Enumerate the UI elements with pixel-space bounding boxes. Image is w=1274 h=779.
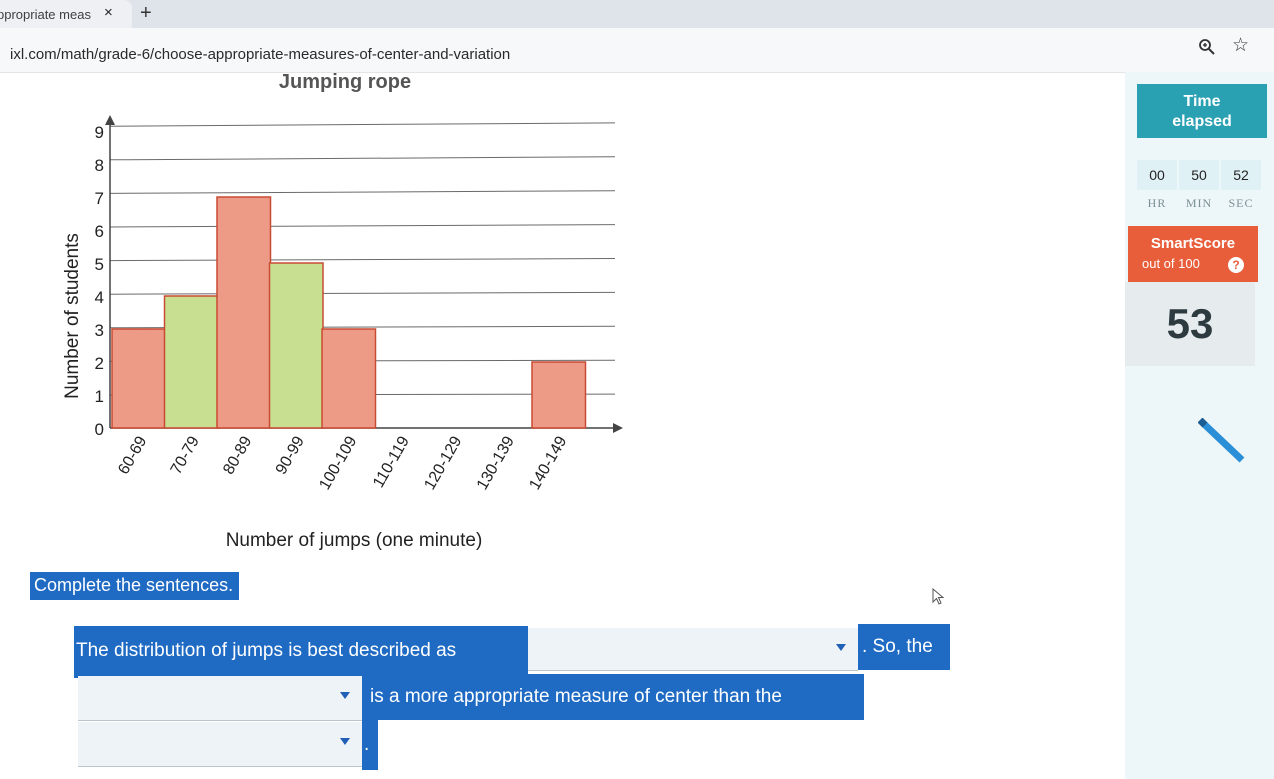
distribution-dropdown[interactable] (528, 628, 858, 671)
x-tick-label: 110-119 (370, 433, 413, 490)
timer-minutes: 50 (1179, 160, 1219, 190)
sentence-part-2: . So, the (858, 624, 950, 670)
seconds-unit-label: SEC (1228, 196, 1254, 210)
gridline (109, 156, 616, 161)
y-tick-label: 1 (95, 387, 104, 406)
pencil-icon[interactable] (1197, 417, 1248, 473)
smartscore-subtitle: out of 100 (1142, 256, 1200, 271)
gridline (109, 122, 616, 127)
chart-title: Jumping rope (279, 72, 411, 93)
y-tick-label: 3 (95, 321, 104, 340)
address-bar[interactable]: ixl.com/math/grade-6/choose-appropriate-… (10, 46, 510, 63)
sentence-part-1: The distribution of jumps is best descri… (74, 626, 528, 678)
x-tick-label: 100-109 (316, 433, 360, 492)
bar-140-149 (531, 361, 587, 429)
timer-seconds: 52 (1221, 160, 1261, 190)
browser-toolbar: ixl.com/math/grade-6/choose-appropriate-… (0, 28, 1274, 73)
x-tick-label: 120-129 (421, 433, 465, 492)
x-tick-label: 140-149 (526, 433, 570, 492)
x-axis-arrow (613, 423, 623, 433)
x-tick-label: 80-89 (220, 433, 255, 477)
x-tick-label: 130-139 (474, 433, 518, 492)
time-label: Time (1183, 93, 1221, 110)
y-axis-label: Number of students (62, 233, 83, 399)
bookmark-star-icon[interactable]: ☆ (1232, 34, 1249, 57)
y-tick-label: 7 (95, 189, 104, 208)
gridline (109, 258, 616, 262)
bar-60-69 (111, 328, 167, 429)
help-icon[interactable]: ? (1228, 257, 1244, 273)
y-tick-label: 9 (95, 123, 104, 142)
y-tick-label: 0 (95, 420, 104, 439)
gridline (109, 224, 616, 228)
gridline (109, 190, 616, 194)
minutes-unit-label: MIN (1185, 196, 1213, 210)
new-tab-icon[interactable]: + (140, 2, 152, 25)
zoom-icon[interactable] (1198, 38, 1216, 61)
sentence-text-4: . (364, 734, 370, 755)
bar-90-99 (268, 262, 324, 429)
time-elapsed-header: Time elapsed (1137, 84, 1267, 138)
bar-80-89 (216, 196, 272, 429)
bar-100-109 (321, 328, 377, 429)
instruction-text: Complete the sentences. (30, 572, 240, 600)
timer-hours: 00 (1137, 160, 1177, 190)
hours-unit-label: HR (1147, 196, 1167, 210)
sentence-part-4: . (362, 718, 378, 770)
close-tab-icon[interactable]: × (104, 4, 113, 21)
smartscore-title: SmartScore (1150, 235, 1236, 252)
elapsed-label: elapsed (1172, 113, 1232, 130)
y-tick-label: 8 (95, 156, 104, 175)
x-tick-label: 90-99 (273, 433, 308, 477)
y-tick-label: 6 (95, 222, 104, 241)
tab-title: ppropriate meas (0, 7, 91, 22)
y-tick-label: 2 (95, 354, 104, 373)
smartscore-value: 53 (1166, 300, 1214, 347)
sentence-part-3: is a more appropriate measure of center … (362, 674, 864, 720)
x-tick-label: 70-79 (168, 433, 203, 477)
tab-bar: ppropriate meas × + (0, 0, 1274, 28)
gridline (109, 291, 616, 295)
y-tick-label: 5 (95, 255, 104, 274)
browser-tab[interactable]: ppropriate meas × (0, 0, 132, 28)
sentence-text-2: . So, the (862, 636, 933, 657)
sentence-text-1: The distribution of jumps is best descri… (76, 640, 457, 661)
measure-of-center-dropdown-1[interactable] (78, 676, 362, 721)
dropdown-arrow-icon[interactable] (836, 644, 846, 651)
y-tick-label: 4 (95, 288, 104, 307)
dropdown-arrow-icon[interactable] (340, 692, 350, 699)
mouse-pointer-icon (932, 587, 946, 611)
histogram-chart: Jumping rope 0 1 2 3 4 5 6 7 8 9 60-69 70-79 80-89 9… (62, 72, 623, 551)
smartscore-panel: 53 (1125, 282, 1255, 366)
timer-display: 00 50 52 HR MIN SEC (1137, 160, 1267, 210)
dropdown-arrow-icon[interactable] (340, 738, 350, 745)
x-axis-label: Number of jumps (one minute) (226, 530, 483, 551)
measure-of-center-dropdown-2[interactable] (78, 722, 362, 767)
sentence-text-3: is a more appropriate measure of center … (370, 686, 782, 707)
bar-70-79 (163, 295, 219, 429)
x-tick-label: 60-69 (115, 433, 150, 477)
y-axis-arrow (105, 115, 115, 125)
smartscore-header: SmartScore out of 100 ? (1128, 226, 1258, 282)
